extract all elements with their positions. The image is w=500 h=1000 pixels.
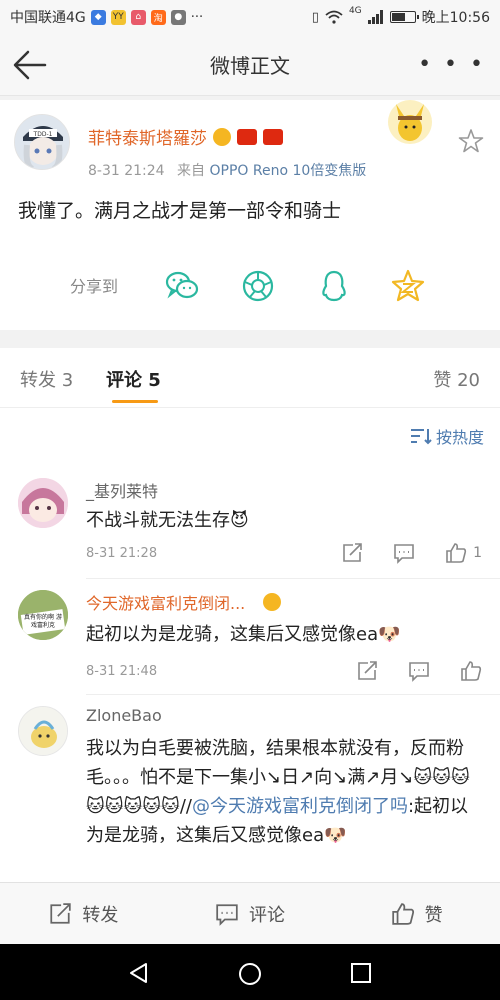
repost-icon — [50, 902, 72, 924]
home-app-icon: ⌂ — [130, 9, 146, 25]
tab-repost[interactable]: 转发 3 — [20, 366, 73, 392]
system-back-icon[interactable] — [128, 962, 150, 984]
doge-emoji-icon: 🐶 — [378, 624, 401, 645]
commenter-name[interactable]: ZloneBao — [86, 706, 162, 725]
like-button[interactable]: 赞 — [333, 883, 500, 944]
vip-badge-icon — [263, 593, 282, 611]
commenter-name-row: 今天游戏富利克倒闭... — [86, 590, 282, 614]
like-comment-icon[interactable] — [460, 660, 482, 682]
comment-like-count: 1 — [473, 545, 482, 561]
share-label: 分享到 — [70, 277, 119, 296]
comment-item: 真有你的啊 游戏富利克 今天游戏富利克倒闭... 起初以为是龙骑，这集后又感觉像… — [0, 584, 500, 696]
reply-comment-icon[interactable] — [393, 542, 415, 564]
commenter-avatar[interactable]: 真有你的啊 游戏富利克 — [18, 590, 68, 640]
clock-label: 晚上10:56 — [421, 10, 490, 26]
active-tab-indicator — [112, 400, 158, 403]
favorite-star-icon[interactable] — [458, 128, 484, 154]
repost-button[interactable]: 转发 — [0, 883, 167, 944]
source-prefix: 来自 — [177, 163, 206, 179]
bottom-action-bar: 转发 评论 赞 — [0, 882, 500, 944]
page-title: 微博正文 — [210, 54, 290, 78]
china-flag-icon — [237, 128, 257, 145]
carrier-label: 中国联通4G — [10, 10, 86, 26]
top-nav-bar: 微博正文 • • • — [0, 34, 500, 96]
post-time: 8-31 21:24 — [88, 163, 165, 179]
comment-text-body: 不战斗就无法生存 — [86, 510, 230, 531]
commenter-name[interactable]: 今天游戏富利克倒闭... — [86, 590, 245, 614]
comment-actions: 1 — [311, 542, 482, 564]
comment-list: 按热度 _基列莱特 不战斗就无法生存😈 8-31 21:28 1 真有你的啊 游… — [0, 408, 500, 882]
mention-link[interactable]: @今天游戏富利克倒闭了吗 — [192, 796, 408, 817]
avatar-caption: 真有你的啊 游戏富利克 — [24, 614, 62, 629]
like-comment-icon[interactable] — [445, 542, 467, 564]
like-icon — [391, 902, 414, 925]
emoji-icon: 😈 — [230, 510, 249, 531]
doge-emoji-icon: 🐶 — [324, 825, 347, 846]
tab-comment[interactable]: 评论 5 — [106, 366, 161, 392]
battery-icon — [389, 11, 419, 23]
qq-share-icon[interactable] — [316, 268, 352, 304]
vibrate-icon: ▯ — [311, 9, 319, 25]
repost-comment-icon[interactable] — [341, 542, 363, 564]
comment-text: 起初以为是龙骑，这集后又感觉像ea🐶 — [86, 620, 480, 649]
reply-comment-icon[interactable] — [408, 660, 430, 682]
commenter-avatar[interactable] — [18, 478, 68, 528]
post-author-avatar[interactable]: TDD-1 — [14, 114, 70, 170]
comment-actions — [326, 660, 482, 682]
comment-item: _基列莱特 不战斗就无法生存😈 8-31 21:28 1 — [0, 472, 500, 580]
post-source[interactable]: OPPO Reno 10倍变焦版 — [209, 163, 366, 179]
comment-button[interactable]: 评论 — [167, 883, 334, 944]
comment-text-body: 起初以为是龙骑，这集后又感觉像ea — [86, 624, 379, 645]
post-meta: 8-31 21:24 来自 OPPO Reno 10倍变焦版 — [88, 160, 366, 180]
pikachu-decoration-icon — [388, 100, 432, 144]
more-notifications-icon: ··· — [190, 9, 204, 25]
system-recents-icon[interactable] — [350, 962, 372, 984]
wechat-share-icon[interactable] — [164, 268, 200, 304]
comment-time: 8-31 21:28 — [86, 546, 158, 561]
network-type-label: 4G — [348, 6, 362, 16]
comment-divider — [86, 694, 500, 695]
share-row: 分享到 — [0, 260, 500, 310]
qzone-share-icon[interactable] — [390, 268, 426, 304]
comment-divider — [86, 578, 500, 579]
comment-text-body: 我以为白毛要被洗脑，结果根本就没有，反而粉毛。。。怕不是下一集小↘日↗向↘满↗月… — [86, 738, 464, 788]
svg-text:TDD-1: TDD-1 — [33, 131, 53, 138]
commenter-avatar[interactable] — [18, 706, 68, 756]
post-content: 我懂了。满月之战才是第一部令和骑士 — [18, 200, 342, 222]
back-arrow-icon[interactable] — [12, 48, 48, 82]
wechat-app-icon: ● — [170, 9, 186, 25]
yy-app-icon: YY — [110, 9, 126, 25]
repost-comment-icon[interactable] — [356, 660, 378, 682]
hongkong-flag-icon — [263, 128, 283, 145]
post-author-name[interactable]: 菲特泰斯塔羅莎 — [88, 124, 207, 149]
wifi-icon — [325, 10, 343, 24]
shield-app-icon: ◆ — [90, 9, 106, 25]
post-card: TDD-1 菲特泰斯塔羅莎 8-31 21:24 来自 OPPO Reno 10… — [0, 100, 500, 330]
comment-time: 8-31 21:48 — [86, 664, 158, 679]
comment-text: 不战斗就无法生存😈 — [86, 506, 480, 535]
system-nav-bar — [0, 944, 500, 1000]
vip-badge-icon — [213, 127, 231, 146]
moments-share-icon[interactable] — [240, 268, 276, 304]
more-options-button[interactable]: • • • — [418, 52, 486, 77]
tab-like[interactable]: 赞 20 — [433, 366, 480, 392]
comment-item: ZloneBao 我以为白毛要被洗脑，结果根本就没有，反而粉毛。。。怕不是下一集… — [0, 700, 500, 880]
commenter-name[interactable]: _基列莱特 — [86, 478, 158, 502]
like-label: 赞 — [424, 904, 443, 926]
sort-label: 按热度 — [435, 428, 484, 447]
status-bar: 中国联通4G ◆ YY ⌂ 淘 ● ··· ▯ 4G 晚上10:56 — [0, 0, 500, 34]
taobao-app-icon: 淘 — [150, 9, 166, 25]
comment-icon — [216, 903, 238, 926]
system-home-icon[interactable] — [238, 962, 262, 986]
sort-icon — [410, 429, 432, 445]
interaction-tabs: 转发 3 评论 5 赞 20 — [0, 348, 500, 408]
comment-text: 我以为白毛要被洗脑，结果根本就没有，反而粉毛。。。怕不是下一集小↘日↗向↘满↗月… — [86, 734, 480, 850]
comment-label: 评论 — [249, 904, 285, 926]
repost-separator: // — [179, 796, 192, 817]
sort-button[interactable]: 按热度 — [410, 424, 484, 448]
signal-icon — [367, 10, 383, 24]
repost-label: 转发 — [82, 904, 119, 926]
